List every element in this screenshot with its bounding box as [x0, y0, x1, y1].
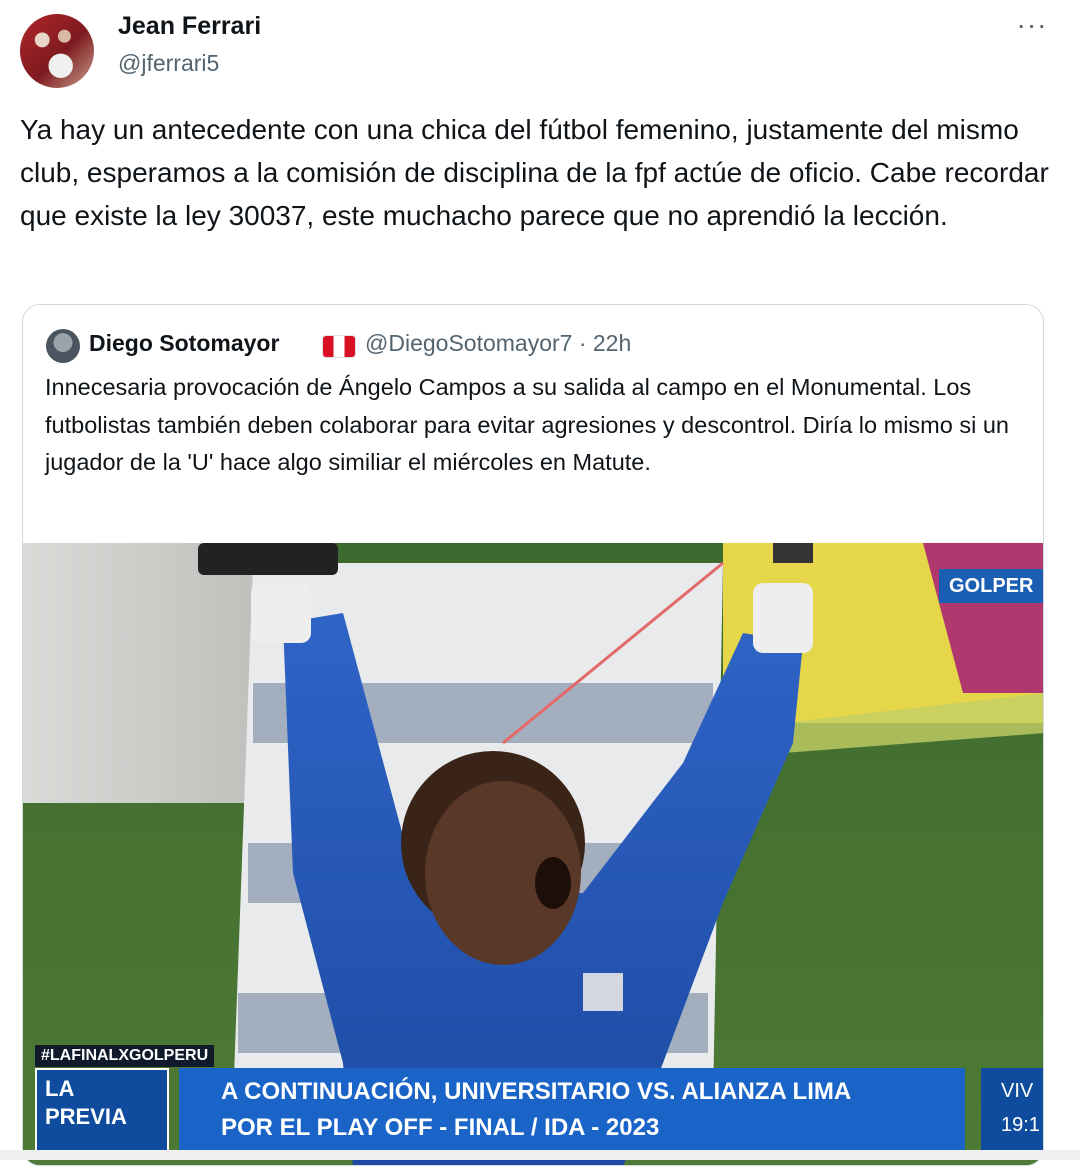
- headline-bar: A CONTINUACIÓN, UNIVERSITARIO VS. ALIANZ…: [179, 1068, 965, 1152]
- quoted-author-handle[interactable]: @DiegoSotomayor7 · 22h: [365, 330, 631, 357]
- author-avatar[interactable]: [20, 14, 94, 88]
- quoted-media-image[interactable]: GOLPER #LAFINALXGOLPERU LA PREVIA A CONT…: [23, 543, 1043, 1165]
- live-label: VIV: [1001, 1080, 1034, 1102]
- peru-flag-icon: [323, 336, 355, 357]
- bottom-divider: [0, 1150, 1080, 1160]
- program-badge: LA PREVIA: [35, 1068, 169, 1152]
- author-name[interactable]: Jean Ferrari: [118, 12, 261, 41]
- tweet: Jean Ferrari @jferrari5 ··· Ya hay un an…: [0, 0, 1080, 1166]
- quoted-tweet[interactable]: Diego Sotomayor @DiegoSotomayor7 · 22h I…: [22, 304, 1044, 1166]
- author-handle[interactable]: @jferrari5: [118, 50, 219, 77]
- program-badge-bottom: PREVIA: [45, 1104, 127, 1129]
- quoted-author-name[interactable]: Diego Sotomayor: [89, 330, 279, 357]
- program-badge-top: LA: [45, 1076, 75, 1101]
- quoted-author-avatar[interactable]: [46, 329, 80, 363]
- more-horizontal-icon[interactable]: ···: [1012, 10, 1052, 40]
- channel-logo: GOLPER: [939, 569, 1043, 603]
- hashtag-label: #LAFINALXGOLPERU: [35, 1045, 215, 1067]
- live-badge: VIV 19:1: [981, 1068, 1043, 1152]
- tweet-text: Ya hay un antecedente con una chica del …: [20, 114, 1049, 231]
- quoted-tweet-text: Innecesaria provocación de Ángelo Campos…: [45, 374, 1009, 475]
- headline-line-1: A CONTINUACIÓN, UNIVERSITARIO VS. ALIANZ…: [221, 1078, 852, 1105]
- headline-line-2: POR EL PLAY OFF - FINAL / IDA - 2023: [221, 1114, 660, 1141]
- live-time: 19:1: [1001, 1114, 1040, 1136]
